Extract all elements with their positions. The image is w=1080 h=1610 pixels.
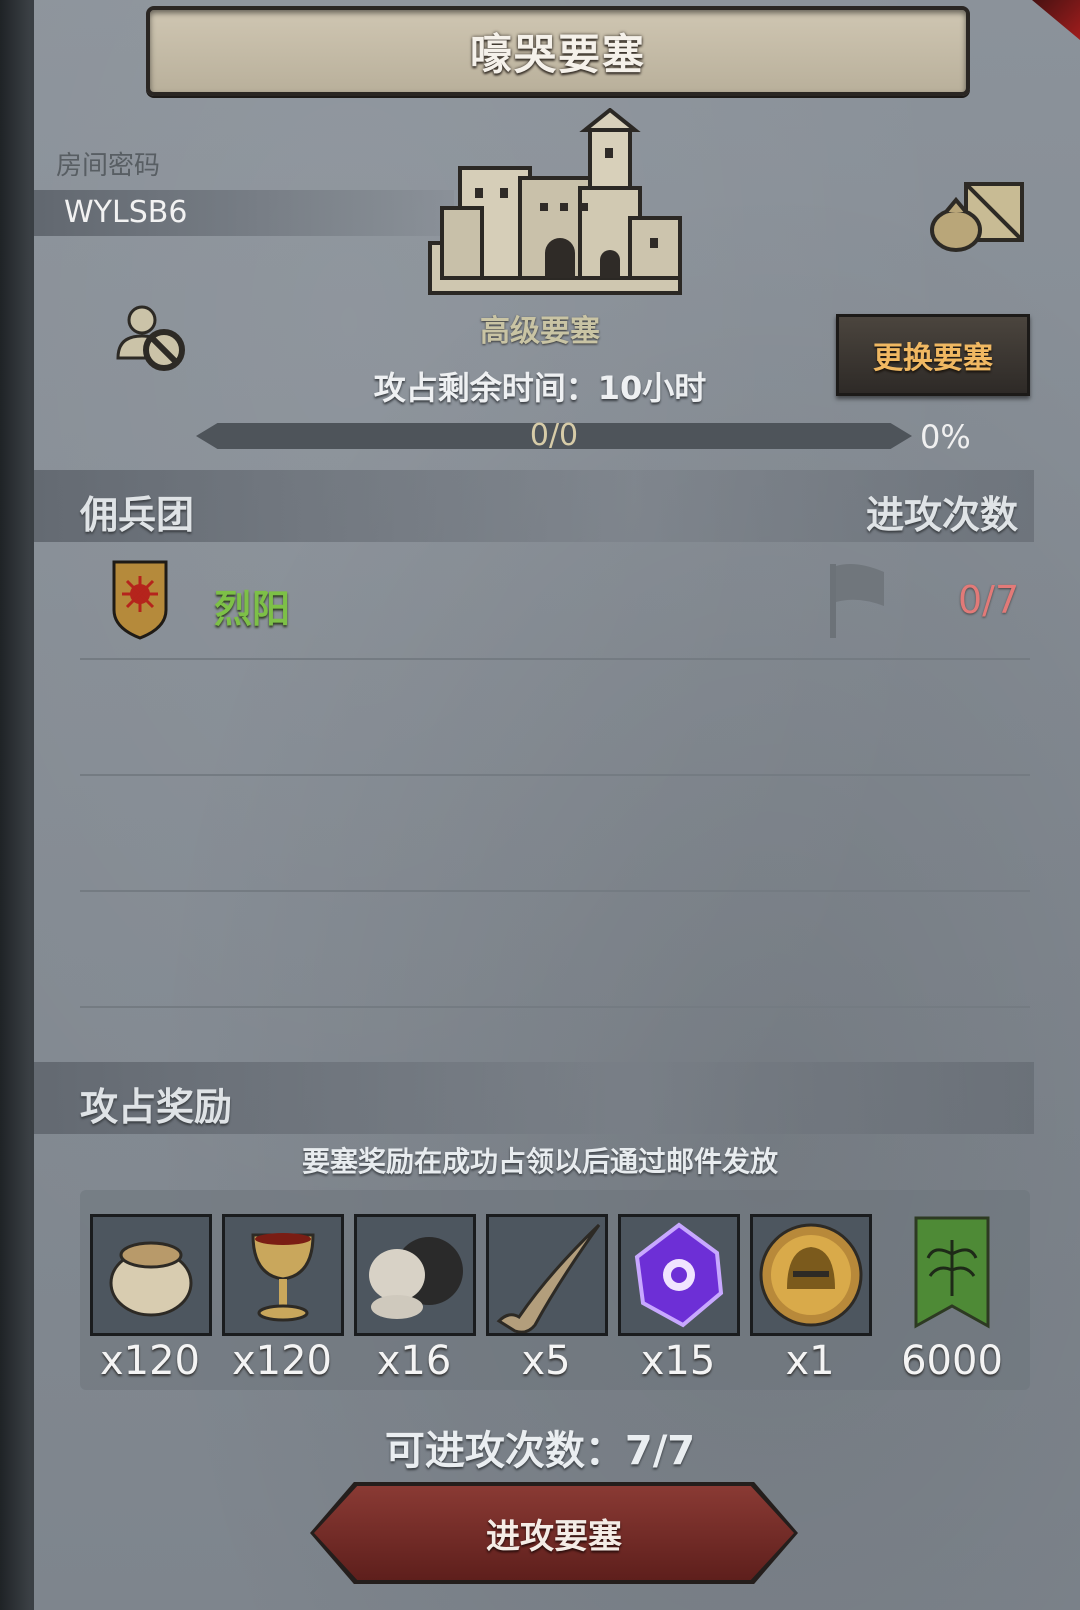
change-fortress-label: 更换要塞: [873, 341, 993, 376]
reward-item[interactable]: [908, 1214, 1030, 1334]
reward-section-title: 攻占奖励: [80, 1085, 233, 1129]
reward-qty: x120: [99, 1338, 201, 1384]
grain-sack-icon: [109, 1241, 193, 1317]
knight-helmet-coin-icon: [759, 1223, 863, 1327]
mercenary-name: 烈阳: [214, 587, 291, 631]
change-fortress-button[interactable]: 更换要塞: [836, 314, 1030, 396]
reward-item[interactable]: [486, 1214, 608, 1336]
purple-crystal-icon: [634, 1222, 724, 1328]
supply-crate-icon[interactable]: [928, 178, 1028, 254]
reward-qty: x15: [640, 1338, 716, 1384]
room-code[interactable]: WYLSB6: [64, 195, 187, 230]
reward-qty: x120: [231, 1338, 333, 1384]
castle-icon: [428, 108, 682, 295]
reward-qty: 6000: [901, 1338, 1003, 1384]
reward-qty: x1: [785, 1338, 835, 1384]
progress-percent: 0%: [920, 418, 971, 456]
guild-shield-icon: [112, 560, 168, 640]
green-tree-banner-icon: [914, 1216, 990, 1329]
flag-icon: [830, 564, 884, 638]
title-banner: 嚎哭要塞: [146, 6, 970, 96]
empty-row: [80, 890, 1030, 1008]
empty-row: [80, 774, 1030, 892]
mercenary-attack-count: 0/7: [958, 578, 1020, 622]
empty-row: [80, 658, 1030, 776]
progress-text: 0/0: [529, 418, 579, 453]
horn-icon: [496, 1223, 601, 1334]
attack-fortress-button[interactable]: 进攻要塞: [314, 1486, 794, 1580]
goblet-icon: [251, 1233, 315, 1322]
ore-rock-icon: [369, 1237, 463, 1319]
attack-fortress-label: 进攻要塞: [486, 1516, 622, 1557]
reward-qty: x5: [521, 1338, 571, 1384]
reward-item[interactable]: [750, 1214, 872, 1336]
mercenary-section-title: 佣兵团: [80, 493, 195, 537]
reward-qty: x16: [376, 1338, 452, 1384]
left-edge: [0, 0, 30, 1610]
reward-item[interactable]: [354, 1214, 476, 1336]
attack-count-header: 进攻次数: [866, 493, 1019, 537]
page-title: 嚎哭要塞: [469, 29, 646, 79]
attacks-remaining: 可进攻次数：7/7: [384, 1428, 696, 1474]
reward-item[interactable]: [222, 1214, 344, 1336]
reward-item[interactable]: [618, 1214, 740, 1336]
room-password-label: 房间密码: [56, 151, 161, 181]
reward-note: 要塞奖励在成功占领以后通过邮件发放: [301, 1145, 778, 1178]
reward-item[interactable]: [90, 1214, 212, 1336]
